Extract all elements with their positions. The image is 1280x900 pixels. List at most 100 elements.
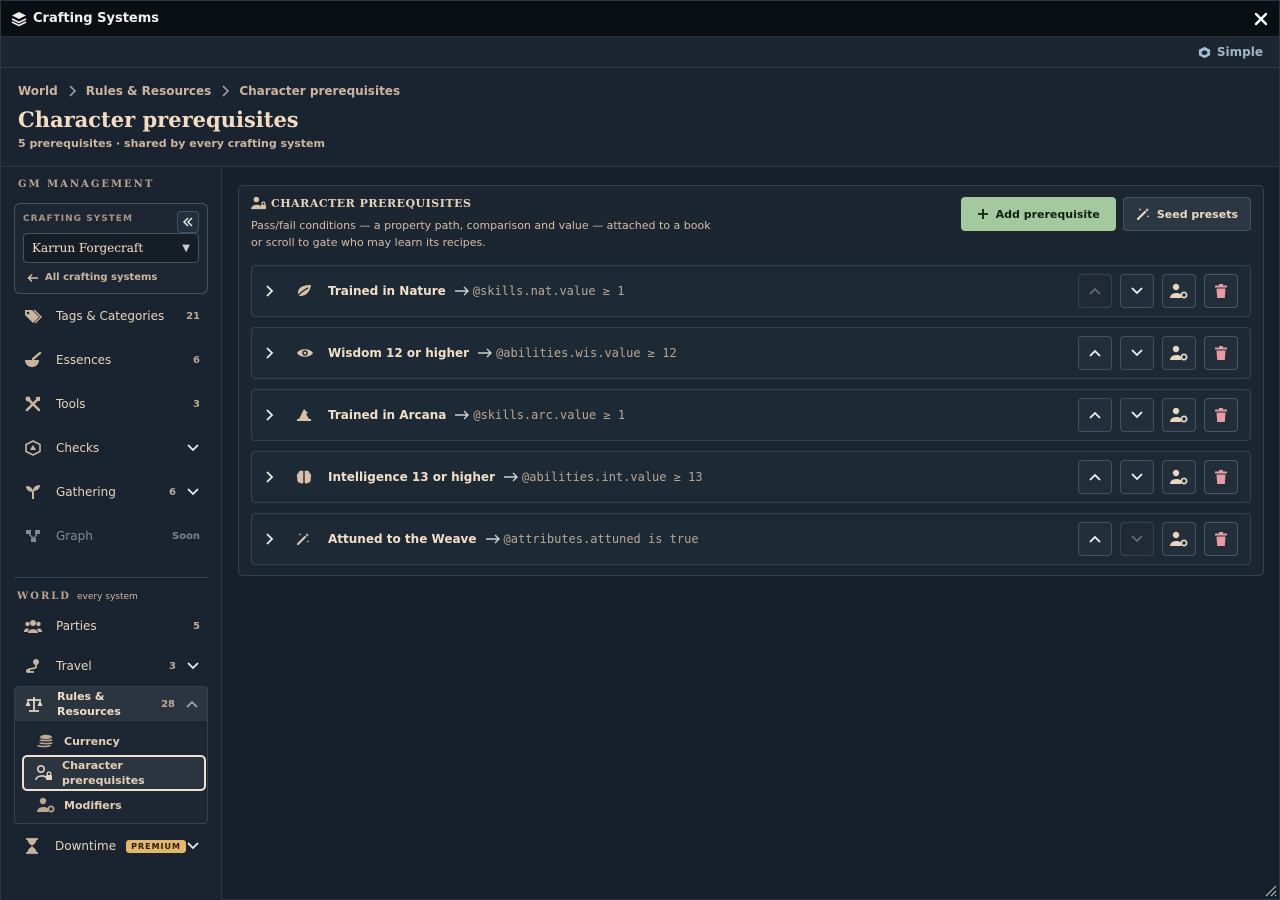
chevron-right-icon[interactable]	[265, 284, 279, 298]
edit-prerequisite-button[interactable]	[1162, 336, 1196, 370]
brain-icon	[296, 470, 314, 484]
chevron-right-icon[interactable]	[265, 532, 279, 546]
prerequisite-row: Wisdom 12 or higher @abilities.wis.value…	[251, 327, 1251, 379]
sidebar-subitem-character-prerequisites[interactable]: Character prerequisites	[22, 755, 206, 791]
prerequisite-row: Attuned to the Weave @attributes.attuned…	[251, 513, 1251, 565]
sidebar-item-count: 6	[169, 486, 176, 498]
chevron-down-icon[interactable]	[186, 661, 200, 671]
tags-icon	[24, 307, 42, 325]
edit-prerequisite-button[interactable]	[1162, 522, 1196, 556]
chevron-down-icon[interactable]	[186, 487, 200, 497]
add-prerequisite-button[interactable]: Add prerequisite	[960, 197, 1116, 231]
world-section-label: WORLD every system	[17, 591, 208, 602]
magic-wand-icon	[296, 532, 314, 546]
page-header: World Rules & Resources Character prereq…	[1, 68, 1279, 167]
delete-prerequisite-button[interactable]	[1204, 398, 1238, 432]
panel-actions: Add prerequisite Seed presets	[960, 197, 1251, 231]
breadcrumb-rules[interactable]: Rules & Resources	[86, 84, 212, 98]
users-icon	[24, 617, 42, 635]
collapse-sidebar-button[interactable]	[177, 211, 199, 233]
downtime-nav: Downtime PREMIUM	[14, 824, 208, 868]
sidebar-item-label: Graph	[56, 529, 93, 543]
crafting-system-label: CRAFTING SYSTEM	[23, 214, 133, 224]
sidebar-subitem-modifiers[interactable]: Modifiers	[17, 793, 205, 817]
move-up-button[interactable]	[1078, 522, 1112, 556]
trash-icon	[1215, 346, 1227, 360]
move-up-button	[1078, 274, 1112, 308]
sidebar-subitem-currency[interactable]: Currency	[17, 729, 205, 753]
edit-prerequisite-button[interactable]	[1162, 460, 1196, 494]
breadcrumb-world[interactable]: World	[18, 84, 58, 98]
sidebar-item-tools[interactable]: Tools 3	[14, 382, 208, 426]
sidebar-subitem-label: Currency	[64, 734, 120, 748]
chevron-up-icon	[1089, 287, 1101, 295]
sidebar-item-label: Gathering	[56, 485, 116, 499]
double-chevron-left-icon	[182, 217, 193, 227]
trash-icon	[1215, 408, 1227, 422]
sidebar-item-label: Checks	[56, 441, 100, 455]
move-down-button[interactable]	[1120, 336, 1154, 370]
move-down-button[interactable]	[1120, 460, 1154, 494]
trash-icon	[1215, 470, 1227, 484]
edit-prerequisite-button[interactable]	[1162, 398, 1196, 432]
chevron-down-icon[interactable]	[186, 841, 200, 851]
sidebar-item-parties[interactable]: Parties 5	[14, 606, 208, 646]
window-title: Crafting Systems	[33, 11, 160, 26]
user-gear-icon	[1170, 283, 1188, 299]
move-up-button[interactable]	[1078, 460, 1112, 494]
scale-icon	[25, 695, 43, 713]
edit-prerequisite-button[interactable]	[1162, 274, 1196, 308]
move-down-button[interactable]	[1120, 398, 1154, 432]
seed-presets-button[interactable]: Seed presets	[1122, 197, 1251, 231]
mortar-icon	[24, 351, 42, 369]
prerequisite-row: Trained in Arcana @skills.arc.value ≥ 1	[251, 389, 1251, 441]
delete-prerequisite-button[interactable]	[1204, 336, 1238, 370]
seed-presets-label: Seed presets	[1156, 207, 1238, 221]
world-sub-label: every system	[76, 592, 138, 602]
trash-icon	[1215, 284, 1227, 298]
row-actions	[1078, 274, 1238, 308]
delete-prerequisite-button[interactable]	[1204, 274, 1238, 308]
chevron-down-icon[interactable]	[186, 443, 200, 453]
move-up-button[interactable]	[1078, 336, 1112, 370]
crafting-system-box: CRAFTING SYSTEM Karrun Forgecraft ▼ All …	[14, 203, 208, 294]
sidebar-item-rules-resources[interactable]: Rules & Resources 28	[15, 687, 207, 721]
chevron-right-icon[interactable]	[265, 346, 279, 360]
chevron-up-icon	[1089, 411, 1101, 419]
plus-icon	[977, 209, 988, 219]
sidebar-item-label: Rules & Resources	[57, 690, 121, 718]
magic-wand-icon	[1136, 208, 1150, 221]
caret-down-icon: ▼	[182, 242, 190, 254]
delete-prerequisite-button[interactable]	[1204, 522, 1238, 556]
sidebar-item-graph: Graph Soon	[14, 514, 208, 558]
chevron-right-icon	[68, 85, 76, 97]
dice-icon	[24, 439, 42, 457]
chevron-right-icon[interactable]	[265, 470, 279, 484]
mode-toggle[interactable]: Simple	[1198, 45, 1263, 59]
sidebar-item-travel[interactable]: Travel 3	[14, 646, 208, 686]
eye-icon	[296, 347, 314, 359]
move-down-button[interactable]	[1120, 274, 1154, 308]
sidebar-item-label: Travel	[56, 659, 92, 673]
sidebar: GM MANAGEMENT CRAFTING SYSTEM Karrun For…	[1, 168, 222, 900]
delete-prerequisite-button[interactable]	[1204, 460, 1238, 494]
sidebar-item-gathering[interactable]: Gathering 6	[14, 470, 208, 514]
resize-handle-icon[interactable]	[1265, 885, 1277, 897]
title-bar: Crafting Systems	[1, 1, 1279, 37]
gm-management-label: GM MANAGEMENT	[18, 179, 155, 190]
move-down-button	[1120, 522, 1154, 556]
sidebar-item-checks[interactable]: Checks	[14, 426, 208, 470]
all-crafting-systems-link[interactable]: All crafting systems	[23, 272, 199, 283]
close-icon[interactable]	[1253, 11, 1269, 27]
sidebar-item-count: 28	[161, 698, 175, 710]
chevron-up-icon[interactable]	[185, 699, 199, 709]
sidebar-item-essences[interactable]: Essences 6	[14, 338, 208, 382]
panel-title: CHARACTER PREREQUISITES	[251, 196, 721, 210]
sidebar-item-downtime[interactable]: Downtime PREMIUM	[14, 824, 208, 868]
crafting-system-select[interactable]: Karrun Forgecraft ▼	[23, 233, 199, 263]
world-nav: Parties 5 Travel 3	[14, 606, 208, 686]
move-up-button[interactable]	[1078, 398, 1112, 432]
sidebar-item-tags[interactable]: Tags & Categories 21	[14, 294, 208, 338]
prerequisite-name: Trained in Arcana	[328, 408, 447, 422]
chevron-right-icon[interactable]	[265, 408, 279, 422]
